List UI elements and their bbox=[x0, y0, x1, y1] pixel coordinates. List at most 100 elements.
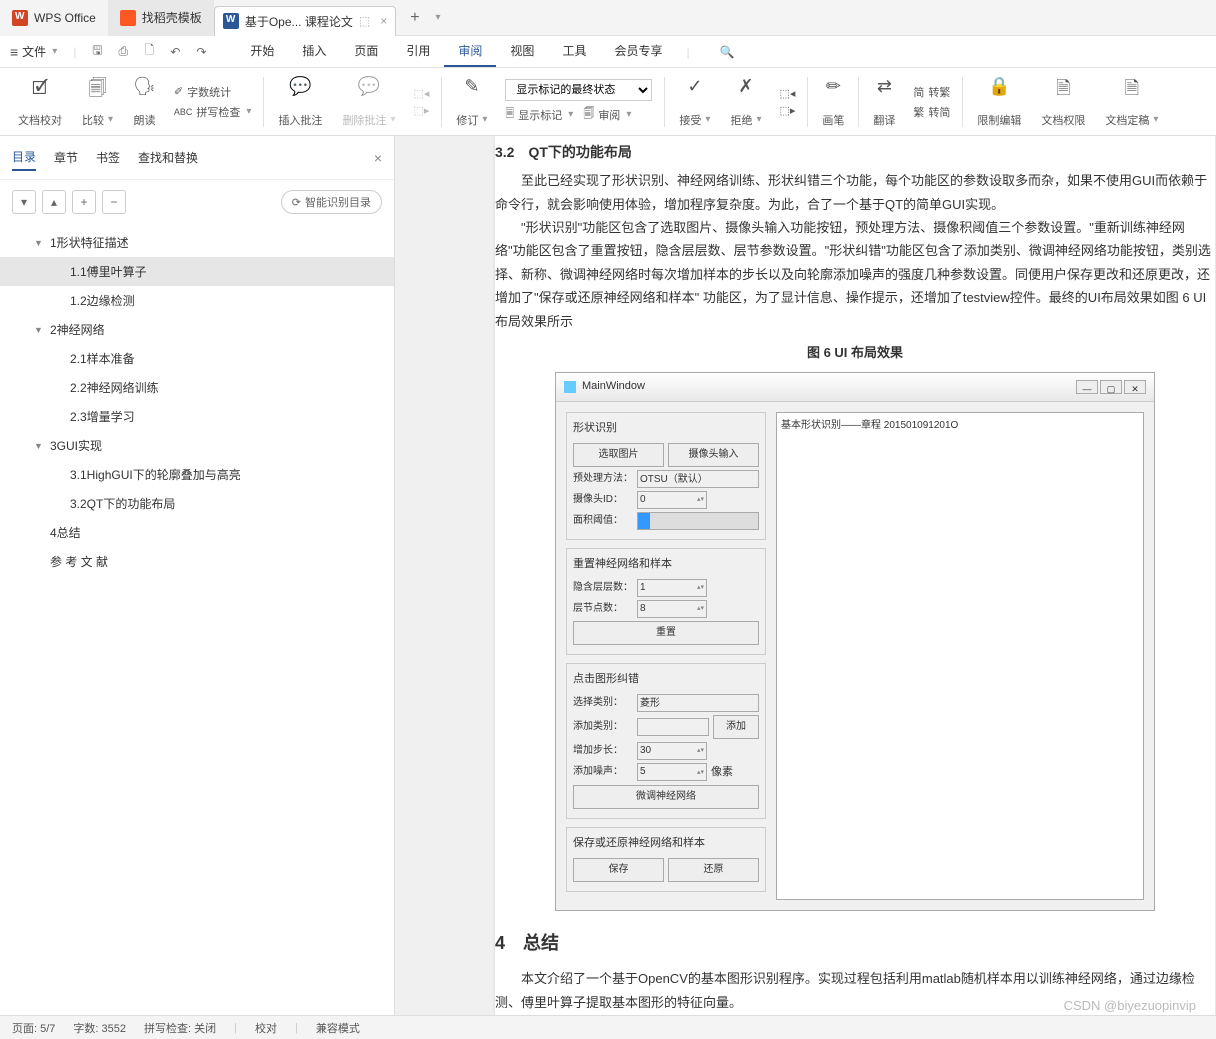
toc-item[interactable]: 1.2边缘检测 bbox=[0, 286, 394, 315]
sidebar-tab-3[interactable]: 查找和替换 bbox=[138, 145, 198, 170]
rib-read[interactable]: 🗣朗读 bbox=[123, 72, 166, 132]
rib-final[interactable]: 🗎文档定稿▾ bbox=[1095, 72, 1168, 132]
toc-caret-icon[interactable]: ▼ bbox=[34, 441, 43, 451]
rib-delete-comment[interactable]: 💬删除批注▾ bbox=[332, 72, 405, 132]
toc-item[interactable]: 3.2QT下的功能布局 bbox=[0, 489, 394, 518]
abc-icon: ABC bbox=[174, 107, 193, 117]
status-page[interactable]: 页面: 5/7 bbox=[12, 1020, 55, 1036]
add-icon[interactable]: + bbox=[72, 190, 96, 214]
toc-item[interactable]: ▼3GUI实现 bbox=[0, 431, 394, 460]
status-words[interactable]: 字数: 3552 bbox=[73, 1020, 126, 1036]
menu-tab-7[interactable]: 会员专享 bbox=[600, 36, 676, 67]
proof-icon: 🗹 bbox=[32, 76, 48, 106]
print-preview-icon[interactable]: 🗋 bbox=[138, 41, 160, 63]
qt-app-icon bbox=[564, 381, 576, 393]
toc-list: ▼1形状特征描述1.1傅里叶算子1.2边缘检测▼2神经网络2.1样本准备2.2神… bbox=[0, 224, 394, 580]
smart-toc-button[interactable]: ⟳智能识别目录 bbox=[281, 190, 382, 214]
template-icon bbox=[120, 10, 136, 26]
rib-perm[interactable]: 🗎文档权限 bbox=[1031, 72, 1095, 132]
app-name: WPS Office bbox=[34, 11, 96, 25]
qt-save-btn: 保存 bbox=[573, 858, 664, 882]
doc-tab-label: 基于Ope... 课程论文 bbox=[245, 13, 353, 30]
paragraph: "形状识别"功能区包含了选取图片、摄像头输入功能按钮，预处理方法、摄像积阈值三个… bbox=[495, 216, 1215, 333]
expand-icon[interactable]: ▴ bbox=[42, 190, 66, 214]
rib-convert-trad[interactable]: 简转繁 bbox=[913, 84, 950, 100]
toc-item[interactable]: ▼1形状特征描述 bbox=[0, 228, 394, 257]
perm-icon: 🗎 bbox=[1056, 76, 1070, 106]
toc-item[interactable]: 参 考 文 献 bbox=[0, 547, 394, 576]
sidebar-tab-1[interactable]: 章节 bbox=[54, 145, 78, 170]
toc-item[interactable]: 2.3增量学习 bbox=[0, 402, 394, 431]
next-comment-icon[interactable]: ⬚▸ bbox=[413, 104, 429, 117]
menu-tab-0[interactable]: 开始 bbox=[236, 36, 288, 67]
app-tab-document[interactable]: 基于Ope... 课程论文 ⬚ × bbox=[214, 6, 396, 36]
toc-item[interactable]: 1.1傅里叶算子 bbox=[0, 257, 394, 286]
menu-tab-6[interactable]: 工具 bbox=[548, 36, 600, 67]
rib-ink[interactable]: ✏画笔 bbox=[812, 72, 854, 132]
toc-item[interactable]: 4总结 bbox=[0, 518, 394, 547]
rib-spell[interactable]: ABC拼写检查▾ bbox=[174, 104, 252, 120]
paragraph: 至此已经实现了形状识别、神经网络训练、形状纠错三个功能，每个功能区的参数设取多而… bbox=[495, 169, 1215, 216]
document-area[interactable]: 3.2 QT下的功能布局 至此已经实现了形状识别、神经网络训练、形状纠错三个功能… bbox=[395, 136, 1216, 1031]
status-proof[interactable]: 校对 bbox=[255, 1020, 277, 1036]
rib-reject[interactable]: ✗拒绝▾ bbox=[720, 72, 771, 132]
markup-state-select[interactable]: 显示标记的最终状态 bbox=[505, 79, 652, 101]
rib-proof[interactable]: 🗹文档校对 bbox=[8, 72, 72, 132]
rib-translate[interactable]: ⇄翻译 bbox=[863, 72, 905, 132]
rib-compare[interactable]: 🗐比较▾ bbox=[72, 72, 123, 132]
track-icon: ✎ bbox=[464, 76, 479, 97]
read-icon: 🗣 bbox=[133, 76, 156, 97]
next-change-icon[interactable]: ⬚▸ bbox=[779, 104, 795, 117]
menu-tab-3[interactable]: 引用 bbox=[392, 36, 444, 67]
compare-icon: 🗐 bbox=[89, 76, 107, 106]
sidebar-tab-2[interactable]: 书签 bbox=[96, 145, 120, 170]
rib-wordcount[interactable]: ✐字数统计 bbox=[174, 84, 252, 100]
toc-item[interactable]: ▼2神经网络 bbox=[0, 315, 394, 344]
status-spell[interactable]: 拼写检查: 关闭 bbox=[144, 1020, 216, 1036]
menu-tab-5[interactable]: 视图 bbox=[496, 36, 548, 67]
save-icon[interactable]: 🖫 bbox=[86, 41, 108, 63]
status-compat[interactable]: 兼容模式 bbox=[316, 1020, 360, 1036]
search-icon[interactable]: 🔍 bbox=[720, 45, 735, 59]
qt-tune-btn: 微调神经网络 bbox=[573, 785, 759, 809]
toc-label: 参 考 文 献 bbox=[50, 553, 108, 570]
hamburger-icon[interactable]: ≡ bbox=[10, 44, 18, 60]
rib-track[interactable]: ✎修订▾ bbox=[446, 72, 497, 132]
prev-comment-icon[interactable]: ⬚◂ bbox=[413, 87, 429, 100]
toc-item[interactable]: 3.1HighGUI下的轮廓叠加与高亮 bbox=[0, 460, 394, 489]
toc-caret-icon[interactable]: ▼ bbox=[34, 238, 43, 248]
toc-caret-icon[interactable]: ▼ bbox=[34, 325, 43, 335]
rib-show-markup[interactable]: 🗏显示标记▾ bbox=[505, 105, 573, 124]
close-icon[interactable]: × bbox=[380, 14, 387, 28]
menu-tab-4[interactable]: 审阅 bbox=[444, 36, 496, 67]
rib-review[interactable]: 🗐审阅▾ bbox=[583, 105, 631, 124]
app-tab-template[interactable]: 找稻壳模板 bbox=[108, 0, 214, 36]
qt-title-text: MainWindow bbox=[582, 377, 645, 397]
app-tab-wps[interactable]: WPS Office bbox=[0, 0, 108, 36]
rib-accept[interactable]: ✓接受▾ bbox=[669, 72, 720, 132]
sidebar-close-icon[interactable]: × bbox=[374, 150, 382, 166]
rib-restrict[interactable]: 🔒限制编辑 bbox=[967, 72, 1031, 132]
file-menu[interactable]: 文件 bbox=[22, 43, 46, 60]
toc-item[interactable]: 2.1样本准备 bbox=[0, 344, 394, 373]
ribbon-tabs: 开始插入页面引用审阅视图工具会员专享 bbox=[236, 36, 676, 67]
tab-dropdown-icon[interactable]: ▾ bbox=[436, 12, 441, 23]
remove-icon[interactable]: − bbox=[102, 190, 126, 214]
rib-insert-comment[interactable]: 💬插入批注 bbox=[268, 72, 332, 132]
delete-comment-icon: 💬 bbox=[358, 76, 380, 97]
tab-pin-icon[interactable]: ⬚ bbox=[359, 14, 370, 28]
toc-item[interactable]: 2.2神经网络训练 bbox=[0, 373, 394, 402]
menu-tab-2[interactable]: 页面 bbox=[340, 36, 392, 67]
prev-change-icon[interactable]: ⬚◂ bbox=[779, 87, 795, 100]
qt-min-icon: — bbox=[1076, 380, 1098, 394]
redo-icon[interactable]: ↷ bbox=[190, 41, 212, 63]
new-tab-button[interactable]: + bbox=[396, 9, 433, 27]
menu-tab-1[interactable]: 插入 bbox=[288, 36, 340, 67]
rib-convert-simp[interactable]: 繁转简 bbox=[913, 104, 950, 120]
undo-icon[interactable]: ↶ bbox=[164, 41, 186, 63]
collapse-icon[interactable]: ▾ bbox=[12, 190, 36, 214]
accept-icon: ✓ bbox=[687, 76, 702, 97]
file-dropdown-icon[interactable]: ▾ bbox=[52, 46, 57, 57]
print-icon[interactable]: ⎙ bbox=[112, 41, 134, 63]
sidebar-tab-0[interactable]: 目录 bbox=[12, 144, 36, 171]
